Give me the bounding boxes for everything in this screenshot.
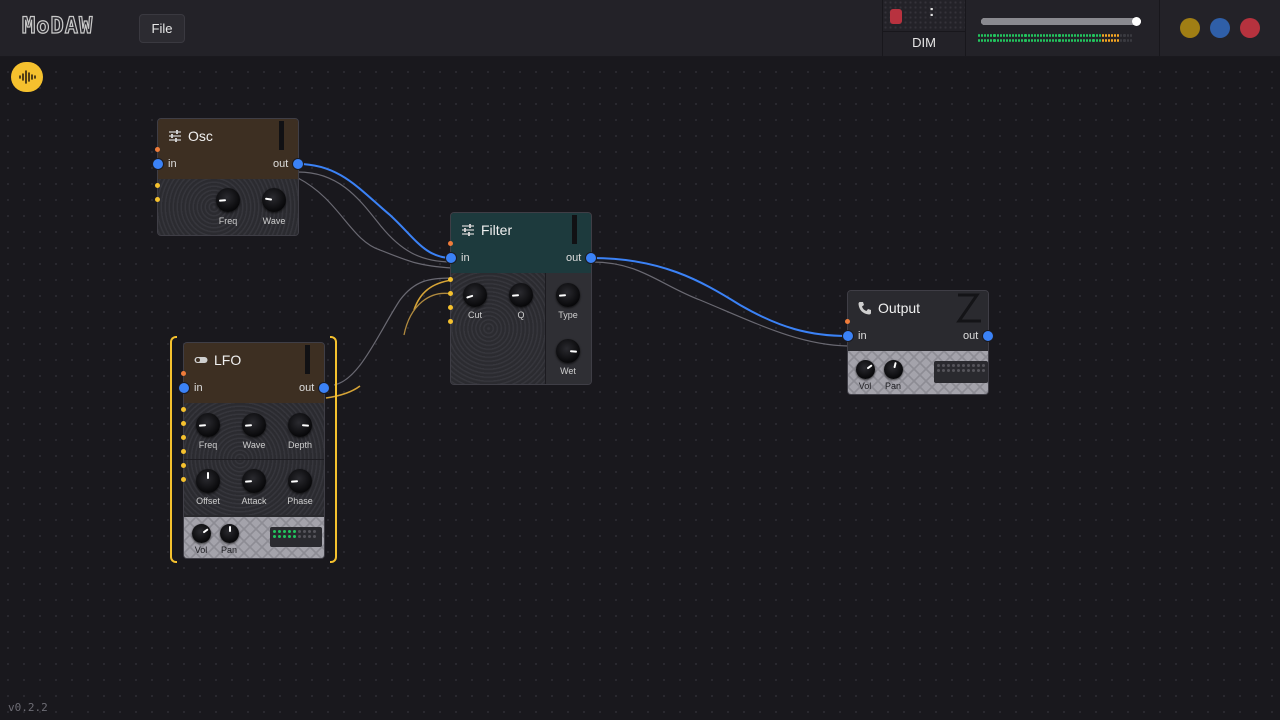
lfo-params-panel: Freq Wave Depth Offset Attack Phase bbox=[184, 403, 324, 515]
lfo-node[interactable]: LFO in out Freq Wave Depth Offset Attack… bbox=[183, 342, 325, 559]
filter-q-knob[interactable] bbox=[509, 283, 533, 307]
osc-filter-shadow-cable-2 bbox=[297, 177, 453, 269]
knob-label: Attack bbox=[241, 496, 267, 506]
node-title: Osc bbox=[188, 128, 213, 144]
filter-wet-knob[interactable] bbox=[556, 339, 580, 363]
phone-icon bbox=[858, 302, 871, 315]
osc-mod-port[interactable] bbox=[155, 197, 160, 202]
lfo-offset-knob[interactable] bbox=[196, 469, 220, 493]
knob-label: Type bbox=[558, 310, 578, 320]
lfo-freq-knob[interactable] bbox=[196, 413, 220, 437]
osc-node-header[interactable]: Osc in out bbox=[158, 119, 298, 179]
lfo-vol-knob[interactable] bbox=[192, 524, 211, 543]
knob-label: Q bbox=[517, 310, 525, 320]
output-node-header[interactable]: Output in out bbox=[848, 291, 988, 351]
lfo-trigger-port[interactable] bbox=[181, 371, 186, 376]
lfo-mod-port[interactable] bbox=[181, 407, 186, 412]
lfo-in-port[interactable] bbox=[178, 382, 190, 394]
filter-trigger-port[interactable] bbox=[448, 241, 453, 246]
filter-out-port[interactable] bbox=[585, 252, 597, 264]
filter-to-output-cable[interactable] bbox=[591, 257, 849, 337]
osc-in-port[interactable] bbox=[152, 158, 164, 170]
osc-params-panel: Freq Wave bbox=[158, 179, 298, 235]
filter-mod-port[interactable] bbox=[448, 277, 453, 282]
sliders-icon bbox=[169, 130, 181, 142]
output-in-port[interactable] bbox=[842, 330, 854, 342]
output-level-meter bbox=[934, 361, 988, 383]
output-mixer-panel: Vol Pan bbox=[848, 351, 988, 394]
filter-node-header[interactable]: Filter in out bbox=[451, 213, 591, 273]
filter-mod-port[interactable] bbox=[448, 291, 453, 296]
output-channel-icon bbox=[956, 293, 981, 323]
knob-label: Wave bbox=[242, 440, 266, 450]
lfo-mod-port[interactable] bbox=[181, 449, 186, 454]
osc-wave-knob[interactable] bbox=[262, 188, 286, 212]
out-label: out bbox=[963, 330, 979, 342]
osc-freq-knob[interactable] bbox=[216, 188, 240, 212]
filter-in-port[interactable] bbox=[445, 252, 457, 264]
node-title: LFO bbox=[214, 352, 242, 368]
osc-out-port[interactable] bbox=[292, 158, 304, 170]
knob-label: Pan bbox=[220, 545, 237, 555]
sliders-icon bbox=[462, 224, 474, 236]
node-title: Output bbox=[878, 300, 921, 316]
lfo-wave-knob[interactable] bbox=[242, 413, 266, 437]
lfo-filter-shadow-cable bbox=[333, 277, 453, 386]
output-trigger-port[interactable] bbox=[845, 319, 850, 324]
osc-to-filter-cable[interactable] bbox=[297, 163, 453, 259]
out-label: out bbox=[273, 158, 289, 170]
mod-cable-2[interactable] bbox=[403, 292, 453, 336]
knob-label: Wave bbox=[262, 216, 286, 226]
lfo-mod-port[interactable] bbox=[181, 477, 186, 482]
lfo-out-port[interactable] bbox=[318, 382, 330, 394]
lfo-mixer-panel: Vol Pan bbox=[184, 517, 324, 558]
output-node[interactable]: Output in out Vol Pan bbox=[847, 290, 989, 395]
lfo-node-header[interactable]: LFO in out bbox=[184, 343, 324, 403]
knob-label: Pan bbox=[884, 381, 901, 391]
lfo-pan-knob[interactable] bbox=[220, 524, 239, 543]
knob-label: Wet bbox=[560, 366, 576, 376]
filter-node[interactable]: Filter in out Cut Q Type Wet bbox=[450, 212, 592, 385]
lfo-level-meter bbox=[270, 527, 322, 547]
lfo-mod-port[interactable] bbox=[181, 421, 186, 426]
lfo-phase-knob[interactable] bbox=[288, 469, 312, 493]
filter-type-knob[interactable] bbox=[556, 283, 580, 307]
out-label: out bbox=[299, 382, 315, 394]
filter-mod-port[interactable] bbox=[448, 319, 453, 324]
node-activity-bar bbox=[572, 215, 577, 244]
output-pan-knob[interactable] bbox=[884, 360, 903, 379]
output-out-port[interactable] bbox=[982, 330, 994, 342]
lfo-depth-knob[interactable] bbox=[288, 413, 312, 437]
osc-trigger-port[interactable] bbox=[155, 147, 160, 152]
in-label: in bbox=[858, 330, 867, 342]
filter-cut-knob[interactable] bbox=[463, 283, 487, 307]
in-label: in bbox=[168, 158, 177, 170]
node-title: Filter bbox=[481, 222, 513, 238]
osc-mod-port[interactable] bbox=[155, 183, 160, 188]
toggle-icon bbox=[194, 357, 208, 363]
in-label: in bbox=[194, 382, 203, 394]
lfo-attack-knob[interactable] bbox=[242, 469, 266, 493]
knob-label: Freq bbox=[198, 440, 218, 450]
knob-label: Depth bbox=[287, 440, 313, 450]
knob-label: Freq bbox=[218, 216, 238, 226]
filter-params-panel: Cut Q bbox=[451, 273, 545, 384]
out-label: out bbox=[566, 252, 582, 264]
filter-mod-port[interactable] bbox=[448, 305, 453, 310]
osc-node[interactable]: Osc in out Freq Wave bbox=[157, 118, 299, 236]
knob-label: Offset bbox=[196, 496, 220, 506]
in-label: in bbox=[461, 252, 470, 264]
output-vol-knob[interactable] bbox=[856, 360, 875, 379]
filter-side-panel: Type Wet bbox=[545, 273, 591, 384]
app-version: v0.2.2 bbox=[8, 701, 48, 714]
knob-label: Phase bbox=[287, 496, 313, 506]
node-activity-bar bbox=[279, 121, 284, 150]
lfo-mod-port[interactable] bbox=[181, 435, 186, 440]
lfo-mod-port[interactable] bbox=[181, 463, 186, 468]
knob-label: Cut bbox=[467, 310, 482, 320]
node-activity-bar bbox=[305, 345, 310, 374]
